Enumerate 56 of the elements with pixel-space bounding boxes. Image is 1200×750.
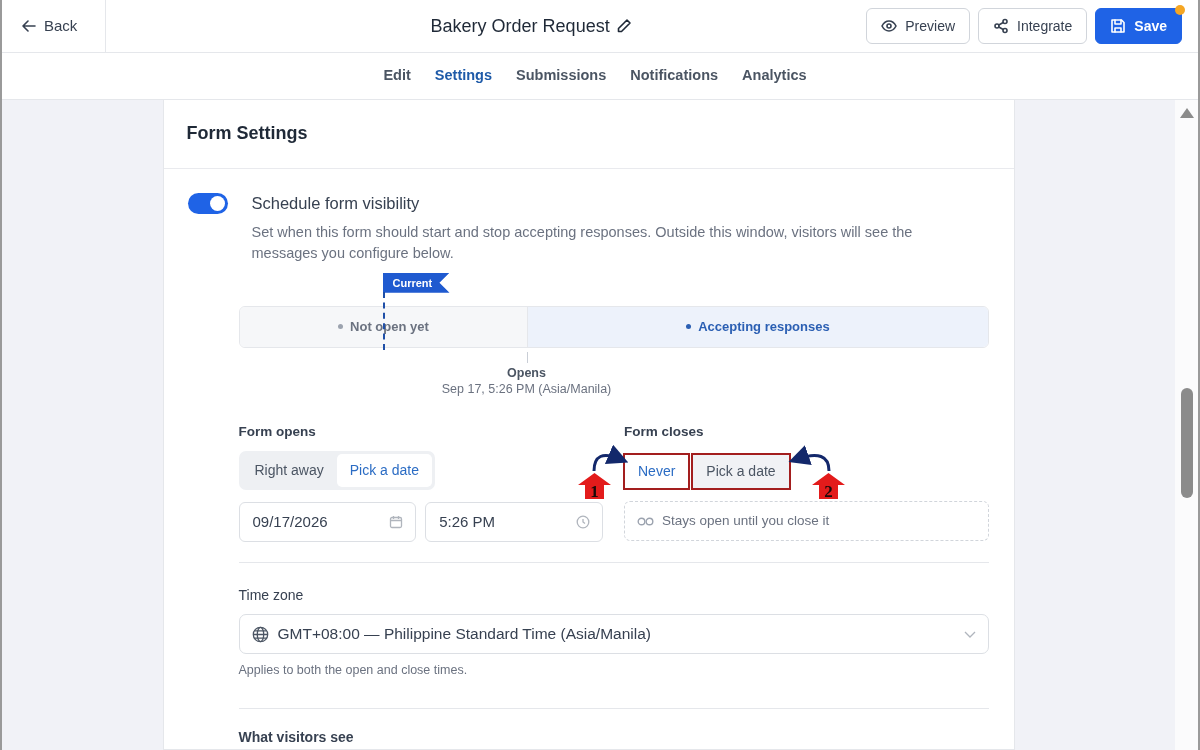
scrollbar-thumb[interactable] bbox=[1181, 388, 1193, 498]
edit-pencil-icon[interactable] bbox=[615, 18, 632, 34]
marker-flag: Current bbox=[382, 272, 450, 293]
date-value: 09/17/2026 bbox=[252, 511, 328, 532]
status-dot bbox=[338, 324, 344, 330]
save-icon bbox=[1110, 18, 1127, 34]
segment-label: Accepting responses bbox=[698, 318, 830, 336]
back-button[interactable]: Back bbox=[20, 10, 80, 42]
field-label: Form opens bbox=[238, 422, 317, 441]
infinity-icon bbox=[637, 516, 654, 526]
nav-tab[interactable]: Notifications bbox=[630, 63, 719, 89]
step-number: 2 bbox=[824, 482, 833, 501]
preview-button[interactable]: Preview bbox=[866, 8, 971, 44]
chevron-down-icon bbox=[963, 630, 976, 638]
step-number: 1 bbox=[590, 482, 599, 501]
globe-icon bbox=[251, 625, 269, 643]
setting-description: Set when this form should start and stop accepting responses. Outside this window, visitors will see the messages you configure below. bbox=[251, 222, 914, 263]
section-title: What visitors see bbox=[238, 727, 355, 747]
calendar-icon bbox=[389, 515, 404, 529]
date-field[interactable]: 09/17/2026 bbox=[238, 502, 417, 542]
option-button[interactable]: Pick a date bbox=[692, 454, 790, 489]
option-button[interactable]: Never bbox=[624, 454, 690, 489]
status-text: Stays open until you close it bbox=[662, 511, 830, 530]
form-title: Bakery Order Request bbox=[430, 14, 610, 38]
nav-tab[interactable]: Settings bbox=[434, 63, 492, 89]
status-dot bbox=[686, 324, 692, 330]
card-title: Form Settings bbox=[186, 123, 308, 145]
time-value: 5:26 PM bbox=[439, 511, 496, 532]
time-field[interactable]: 5:26 PM bbox=[425, 502, 603, 542]
setting-title: Schedule form visibility bbox=[251, 193, 421, 214]
option-button[interactable]: Right away bbox=[241, 454, 337, 487]
nav-tab[interactable]: Analytics bbox=[742, 63, 807, 89]
field-label: Form closes bbox=[624, 422, 705, 441]
timezone-select[interactable]: GMT+08:00 — Philippine Standard Time (Asia/Manila) bbox=[238, 614, 989, 654]
event-label: Opens bbox=[506, 364, 547, 382]
timeline-tick bbox=[526, 351, 528, 363]
help-text: Applies to both the open and close times. bbox=[238, 662, 469, 679]
curved-arrow bbox=[788, 445, 831, 472]
segment-label: Not open yet bbox=[350, 318, 429, 336]
scrollbar[interactable] bbox=[1175, 100, 1198, 750]
clock-icon bbox=[576, 515, 590, 529]
step-arrow bbox=[578, 473, 611, 499]
toggle-switch[interactable] bbox=[187, 193, 228, 214]
nav-tab[interactable]: Submissions bbox=[516, 63, 607, 89]
scroll-up-icon[interactable] bbox=[1180, 108, 1194, 118]
back-arrow-icon bbox=[22, 19, 36, 33]
option-button[interactable]: Pick a date bbox=[336, 454, 433, 487]
integrate-button[interactable]: Integrate bbox=[978, 8, 1088, 44]
eye-icon bbox=[881, 20, 898, 32]
event-time: Sep 17, 5:26 PM (Asia/Manila) bbox=[440, 380, 613, 398]
share-icon bbox=[993, 18, 1010, 34]
save-button[interactable]: Save bbox=[1095, 8, 1182, 44]
nav-tab[interactable]: Edit bbox=[383, 63, 411, 89]
field-label: Time zone bbox=[238, 586, 305, 605]
curved-arrow bbox=[592, 444, 629, 472]
step-arrow bbox=[812, 473, 845, 499]
